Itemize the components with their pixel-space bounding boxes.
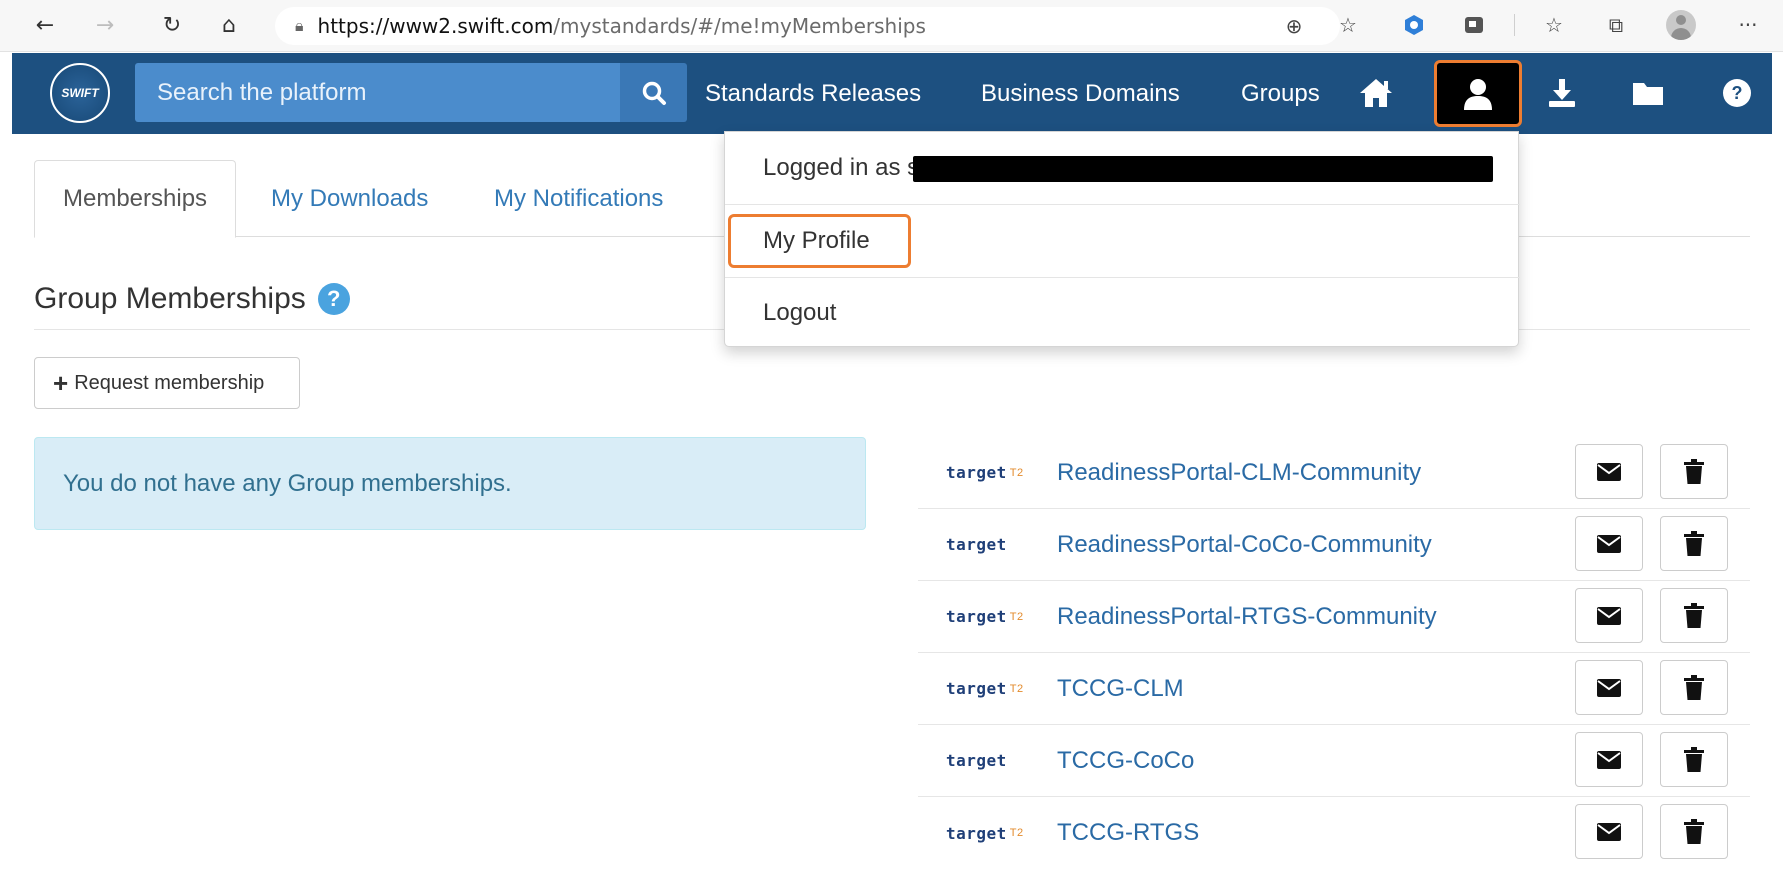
tab-memberships[interactable]: Memberships [34,160,237,238]
redacted-username [913,156,1493,182]
list-item: target ReadinessPortal-CoCo-Community [918,509,1750,581]
nav-business-domains[interactable]: Business Domains [981,53,1180,134]
user-menu-button[interactable] [1434,60,1522,127]
target-logo: target T2 [946,463,1024,482]
group-name-link[interactable]: ReadinessPortal-CoCo-Community [1057,531,1432,559]
trash-icon [1684,530,1704,556]
collections-icon[interactable]: ⧉ [1600,9,1632,41]
list-item: target T2 TCCG-RTGS [918,797,1750,869]
zoom-icon[interactable]: ⊕ [1278,10,1310,42]
envelope-icon [1597,534,1621,553]
leave-group-button[interactable] [1660,588,1728,643]
search-input[interactable]: Search the platform [135,63,620,122]
favorite-add-icon[interactable]: ☆ [1332,9,1364,41]
swift-logo[interactable]: SWIFT [50,63,110,123]
logout-menu-item[interactable]: Logout [725,278,1520,348]
trash-icon [1684,458,1704,484]
target-logo: target T2 [946,679,1024,698]
target-logo: target [946,751,1007,770]
refresh-icon[interactable]: ↻ [155,8,189,42]
tab-my-notifications[interactable]: My Notifications [494,160,663,237]
group-name-link[interactable]: TCCG-RTGS [1057,819,1199,847]
no-memberships-alert: You do not have any Group memberships. [34,437,866,530]
url-path: /mystandards/#/me!myMemberships [553,14,926,38]
list-item: target T2 ReadinessPortal-RTGS-Community [918,581,1750,653]
leave-group-button[interactable] [1660,444,1728,499]
list-item: target T2 TCCG-CLM [918,653,1750,725]
favorites-icon[interactable]: ☆ [1538,9,1570,41]
leave-group-button[interactable] [1660,732,1728,787]
toolbar-separator [1514,14,1515,36]
back-arrow-icon[interactable]: ← [28,8,62,42]
site-navbar: SWIFT Search the platform Standards Rele… [12,53,1772,134]
profile-avatar-icon[interactable] [1665,9,1697,41]
alert-message: You do not have any Group memberships. [63,469,512,497]
forward-arrow-icon[interactable]: → [88,8,122,42]
list-item: target TCCG-CoCo [918,725,1750,797]
message-group-button[interactable] [1575,588,1643,643]
folder-icon[interactable] [1620,65,1676,121]
group-name-link[interactable]: TCCG-CLM [1057,675,1184,703]
svg-text:?: ? [1732,83,1743,103]
group-name-link[interactable]: TCCG-CoCo [1057,747,1194,775]
search-icon [642,81,666,105]
help-icon[interactable]: ? [1709,65,1765,121]
plus-icon: + [53,368,69,398]
home-nav-icon[interactable] [1348,65,1404,121]
request-membership-button[interactable]: + Request membership [34,357,300,409]
envelope-icon [1597,462,1621,481]
leave-group-button[interactable] [1660,516,1728,571]
group-list: target T2 ReadinessPortal-CLM-Community t… [918,437,1750,869]
message-group-button[interactable] [1575,516,1643,571]
page-title: Group Memberships ? [34,282,350,316]
user-icon [1464,78,1492,110]
message-group-button[interactable] [1575,660,1643,715]
trash-icon [1684,602,1704,628]
nav-standards-releases[interactable]: Standards Releases [705,53,921,134]
trash-icon [1684,674,1704,700]
request-membership-label: Request membership [74,371,265,394]
download-icon[interactable] [1534,65,1590,121]
url-host: https://www2.swift.com [317,14,554,38]
message-group-button[interactable] [1575,732,1643,787]
envelope-icon [1597,678,1621,697]
search-button[interactable] [620,63,687,122]
browser-toolbar: ← → ↻ ⌂ 🔒︎ https://www2.swift.com/mystan… [0,0,1783,52]
logged-in-prefix: Logged in as [763,154,901,181]
leave-group-button[interactable] [1660,804,1728,859]
extension-icon[interactable] [1398,9,1430,41]
tab-my-downloads[interactable]: My Downloads [271,160,428,237]
search-placeholder: Search the platform [157,78,367,106]
user-dropdown-menu: Logged in as s My Profile Logout [724,131,1520,348]
envelope-icon [1597,822,1621,841]
group-name-link[interactable]: ReadinessPortal-CLM-Community [1057,459,1421,487]
group-name-link[interactable]: ReadinessPortal-RTGS-Community [1057,603,1437,631]
home-icon[interactable]: ⌂ [212,8,246,42]
envelope-icon [1597,606,1621,625]
target-logo: target T2 [946,607,1024,626]
target-logo: target T2 [946,823,1024,843]
nav-groups[interactable]: Groups [1241,53,1320,134]
message-group-button[interactable] [1575,444,1643,499]
logo-text: SWIFT [61,86,99,100]
envelope-icon [1597,750,1621,769]
trash-icon [1684,746,1704,772]
section-title-text: Group Memberships [34,282,306,315]
question-help-icon[interactable]: ? [317,283,350,315]
address-bar[interactable]: 🔒︎ https://www2.swift.com/mystandards/#/… [275,7,1340,45]
leave-group-button[interactable] [1660,660,1728,715]
more-options-icon[interactable]: ··· [1732,9,1764,41]
list-item: target T2 ReadinessPortal-CLM-Community [918,437,1750,509]
target-logo: target [946,535,1007,554]
extension-2-icon[interactable] [1458,9,1490,41]
trash-icon [1684,818,1704,844]
lock-icon: 🔒︎ [295,16,304,35]
message-group-button[interactable] [1575,804,1643,859]
highlight-box [728,214,911,268]
